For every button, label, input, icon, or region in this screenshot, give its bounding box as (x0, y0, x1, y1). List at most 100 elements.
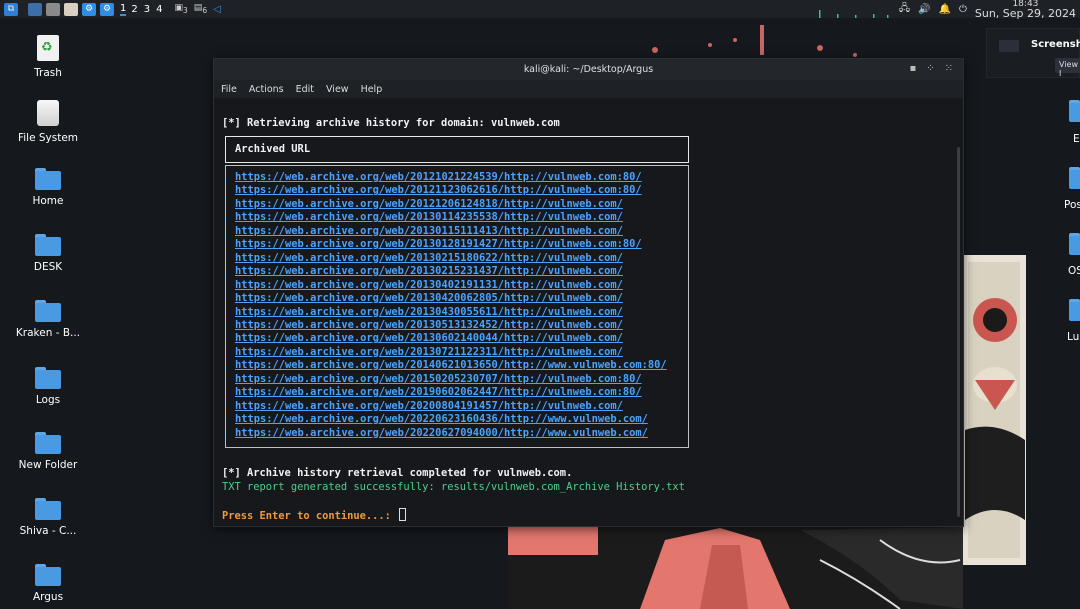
menu-file[interactable]: File (221, 84, 237, 95)
cpu-graph (819, 10, 889, 18)
clock-date: Sun, Sep 29, 2024 (974, 7, 1076, 20)
text-cursor (399, 508, 407, 521)
desktop-icon-label: File System (17, 132, 79, 144)
menu-edit[interactable]: Edit (296, 84, 314, 95)
archived-url-link[interactable]: https://web.archive.org/web/201211230626… (235, 184, 642, 196)
desktop-icon-label: Logs (35, 394, 61, 406)
desktop-icon-home[interactable]: Home (8, 168, 88, 207)
window-task-icon[interactable]: ▤6 (194, 3, 207, 15)
trash-icon (37, 35, 59, 61)
power-icon[interactable]: ⏻ (959, 4, 967, 15)
desktop-icon[interactable] (28, 2, 42, 16)
scrollbar[interactable] (957, 147, 960, 517)
desktop-icon-label-right: Pos (1064, 199, 1080, 211)
desktop-icon-label: Trash (34, 67, 62, 79)
system-tray: 🖧 🔊 🔔 ⏻ 18:43 Sun, Sep 29, 2024 (899, 0, 1076, 20)
table-header: Archived URL (235, 143, 311, 155)
screenshot-notification[interactable]: Screenshot View I (986, 28, 1080, 78)
archived-url-link[interactable]: https://web.archive.org/web/201301142355… (235, 211, 623, 223)
menu-actions[interactable]: Actions (249, 84, 284, 95)
maximize-button[interactable]: ⁘ (926, 63, 934, 74)
archived-url-link[interactable]: https://web.archive.org/web/201304021911… (235, 279, 623, 291)
settings-icon[interactable]: ⚙ (82, 2, 96, 16)
vscode-icon[interactable]: ◁ (213, 4, 221, 15)
task-count-b: 6 (202, 5, 208, 15)
network-icon[interactable]: 🖧 (899, 1, 910, 18)
volume-icon[interactable]: 🔊 (918, 4, 930, 15)
home-folder-icon (35, 168, 61, 190)
archived-url-link[interactable]: https://web.archive.org/web/201302151806… (235, 252, 623, 264)
screenshot-thumbnail (999, 40, 1019, 52)
window-title: kali@kali: ~/Desktop/Argus (523, 64, 654, 75)
folder-icon (35, 300, 61, 322)
settings-manager-icon[interactable]: ⚙ (100, 2, 114, 16)
desktop-icon-label: Shiva - C... (19, 525, 77, 537)
desktop-icon-label: DESK (33, 261, 63, 273)
window-titlebar[interactable]: kali@kali: ~/Desktop/Argus ▪ ⁘ ⁙ (214, 59, 963, 80)
folder-icon (35, 234, 61, 256)
workspace-1[interactable]: 1 (120, 3, 127, 16)
archived-url-link[interactable]: https://web.archive.org/web/202206270940… (235, 427, 648, 439)
drive-icon (37, 100, 59, 126)
folder-icon[interactable] (1069, 299, 1080, 321)
workspace-4[interactable]: 4 (156, 4, 162, 15)
archived-url-link[interactable]: https://web.archive.org/web/201301151114… (235, 225, 623, 237)
completed-line: [*] Archive history retrieval completed … (222, 467, 573, 479)
task-count-a: 3 (183, 5, 188, 15)
archived-url-link[interactable]: https://web.archive.org/web/201210212245… (235, 171, 642, 183)
archived-url-link[interactable]: https://web.archive.org/web/201212061248… (235, 198, 623, 210)
menu-view[interactable]: View (326, 84, 349, 95)
notification-title: Screenshot (1031, 39, 1080, 50)
folder-icon[interactable] (1069, 100, 1080, 122)
desktop-icon-label: Kraken - B... (15, 327, 81, 339)
close-button[interactable]: ⁙ (945, 63, 953, 74)
archived-url-link[interactable]: https://web.archive.org/web/201304200628… (235, 292, 623, 304)
workspace-2[interactable]: 2 (131, 4, 137, 15)
menu-bar: File Actions Edit View Help (214, 80, 963, 98)
archived-url-link[interactable]: https://web.archive.org/web/201906020624… (235, 386, 642, 398)
archived-url-link[interactable]: https://web.archive.org/web/202008041914… (235, 400, 623, 412)
desktop-icon-kraken[interactable]: Kraken - B... (8, 300, 88, 339)
archived-url-link[interactable]: https://web.archive.org/web/201307211223… (235, 346, 623, 358)
kali-menu-icon[interactable]: ⧉ (4, 2, 18, 16)
workspace-3[interactable]: 3 (144, 4, 150, 15)
desktop-icon-file-system[interactable]: File System (8, 100, 88, 144)
folder-icon (35, 498, 61, 520)
text-editor-icon[interactable] (64, 2, 78, 16)
desktop-icon-logs[interactable]: Logs (8, 367, 88, 406)
archived-url-link[interactable]: https://web.archive.org/web/201306021400… (235, 332, 623, 344)
archived-url-link[interactable]: https://web.archive.org/web/201406210136… (235, 359, 667, 371)
archived-url-link[interactable]: https://web.archive.org/web/201502052307… (235, 373, 642, 385)
top-panel: ⧉ ⚙ ⚙ 1 2 3 4 ▣3 ▤6 ◁ 🖧 🔊 🔔 ⏻ 18:43 Sun,… (0, 0, 1080, 20)
desktop-icon-label-right: OS (1068, 265, 1080, 277)
folder-icon (35, 564, 61, 586)
folder-icon (35, 432, 61, 454)
desktop-icon-argus[interactable]: Argus (8, 564, 88, 603)
archived-url-link[interactable]: https://web.archive.org/web/201302152314… (235, 265, 623, 277)
menu-help[interactable]: Help (361, 84, 383, 95)
prompt-line[interactable]: Press Enter to continue...: (222, 508, 407, 522)
desktop-icon-shiva[interactable]: Shiva - C... (8, 498, 88, 537)
folder-icon[interactable] (1069, 233, 1080, 255)
notification-bell-icon[interactable]: 🔔 (938, 4, 950, 15)
terminal-task-icon[interactable]: ▣3 (175, 3, 188, 15)
archived-url-link[interactable]: https://web.archive.org/web/201304300556… (235, 306, 623, 318)
archived-url-link[interactable]: https://web.archive.org/web/202206231604… (235, 413, 648, 425)
terminal-window[interactable]: kali@kali: ~/Desktop/Argus ▪ ⁘ ⁙ File Ac… (213, 58, 964, 527)
view-button[interactable]: View I (1055, 58, 1080, 78)
desktop-icon-label-right: Luc (1067, 331, 1080, 343)
desktop-icon-label: Argus (32, 591, 64, 603)
report-line: TXT report generated successfully: resul… (222, 481, 685, 493)
desktop-icon-trash[interactable]: Trash (8, 35, 88, 79)
desktop-icon-desk[interactable]: DESK (8, 234, 88, 273)
prompt-text: Press Enter to continue...: (222, 510, 398, 522)
folder-icon (35, 367, 61, 389)
desktop-icon-new-folder[interactable]: New Folder (8, 432, 88, 471)
file-manager-icon[interactable] (46, 2, 60, 16)
folder-icon[interactable] (1069, 167, 1080, 189)
archived-url-link[interactable]: https://web.archive.org/web/201301281914… (235, 238, 642, 250)
clock[interactable]: 18:43 Sun, Sep 29, 2024 (974, 0, 1076, 20)
archived-url-link[interactable]: https://web.archive.org/web/201305131324… (235, 319, 623, 331)
minimize-button[interactable]: ▪ (909, 63, 916, 74)
desktop-icon-label: New Folder (18, 459, 78, 471)
